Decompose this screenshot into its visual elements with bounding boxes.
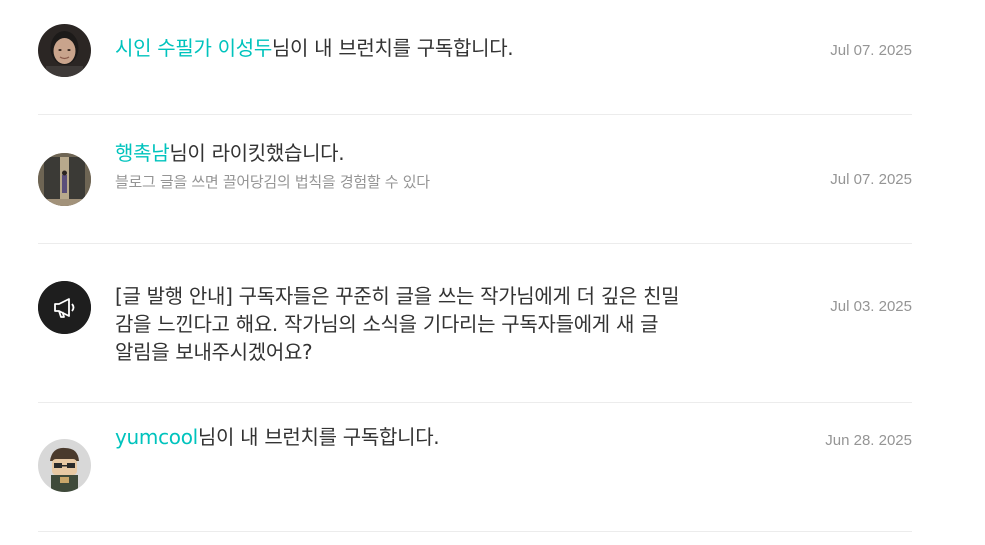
user-name-link[interactable]: 시인 수필가 이성두 (115, 36, 272, 60)
megaphone-icon (38, 281, 91, 334)
notification-list: 시인 수필가 이성두님이 내 브런치를 구독합니다. Jul 07. 2025 … (38, 0, 912, 532)
notification-item[interactable]: yumcool님이 내 브런치를 구독합니다. Jun 28. 2025 (38, 403, 912, 532)
notification-date: Jun 28. 2025 (825, 432, 912, 449)
notification-item[interactable]: 시인 수필가 이성두님이 내 브런치를 구독합니다. Jul 07. 2025 (38, 0, 912, 115)
notification-message: 님이 내 브런치를 구독합니다. (197, 425, 440, 449)
avatar[interactable] (38, 153, 91, 206)
article-title-link[interactable]: 블로그 글을 쓰면 끌어당김의 법칙을 경험할 수 있다 (115, 171, 672, 192)
notification-item[interactable]: 행촉남님이 라이킷했습니다. 블로그 글을 쓰면 끌어당김의 법칙을 경험할 수… (38, 115, 912, 244)
user-name-link[interactable]: yumcool (115, 425, 198, 449)
notification-date: Jul 07. 2025 (830, 171, 912, 188)
notification-date: Jul 07. 2025 (830, 42, 912, 59)
notification-text: yumcool님이 내 브런치를 구독합니다. (115, 423, 672, 451)
notification-message: 님이 라이킷했습니다. (169, 141, 345, 165)
notification-item[interactable]: [글 발행 안내] 구독자들은 꾸준히 글을 쓰는 작가님에게 더 깊은 친밀감… (38, 244, 912, 403)
avatar[interactable] (38, 24, 91, 77)
avatar[interactable] (38, 439, 91, 492)
user-name-link[interactable]: 행촉남 (115, 141, 170, 165)
notification-date: Jul 03. 2025 (830, 298, 912, 315)
publish-notice-text[interactable]: [글 발행 안내] 구독자들은 꾸준히 글을 쓰는 작가님에게 더 깊은 친밀감… (115, 282, 682, 366)
notification-text: 행촉남님이 라이킷했습니다. (115, 139, 672, 167)
notification-text: 시인 수필가 이성두님이 내 브런치를 구독합니다. (115, 34, 672, 62)
notification-message: 님이 내 브런치를 구독합니다. (271, 36, 514, 60)
